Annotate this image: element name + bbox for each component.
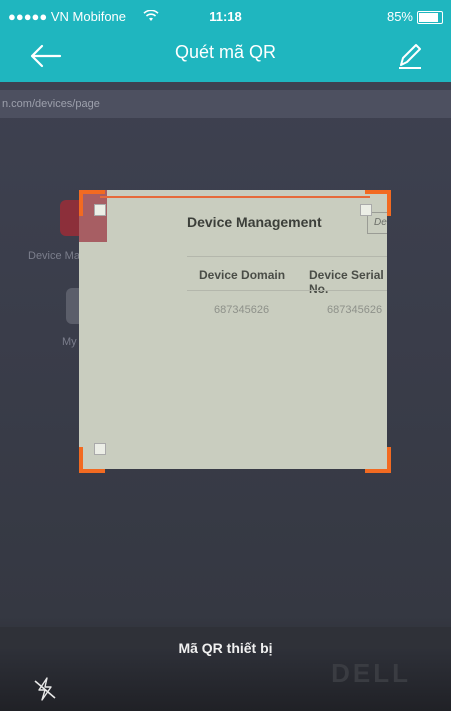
scan-label: Mã QR thiết bị xyxy=(178,640,273,656)
table-cell: 687345626 xyxy=(214,304,270,316)
column-header: Device Serial No. xyxy=(309,268,384,296)
qr-marker xyxy=(94,443,106,455)
table-cell: 687345626 xyxy=(327,304,383,316)
edit-pencil-icon[interactable] xyxy=(391,38,427,74)
page-title: Quét mã QR xyxy=(174,42,277,62)
table-divider xyxy=(187,290,387,291)
background-brand: DELL xyxy=(331,658,411,688)
scan-laser-line xyxy=(100,196,370,198)
background-url: n.com/devices/page xyxy=(2,98,100,110)
qr-marker xyxy=(360,204,372,216)
top-bar: ●●●●● VN Mobifone 11:18 85% Quét mã QR xyxy=(0,0,451,82)
flash-off-icon[interactable] xyxy=(32,676,58,702)
column-header: Device Domain xyxy=(199,268,286,282)
clock: 11:18 xyxy=(209,9,242,24)
scan-frame-title: Device Management xyxy=(187,214,322,230)
scan-frame: Device Management Device Serial N Device… xyxy=(79,190,387,469)
qr-marker xyxy=(94,204,106,216)
status-bar: ●●●●● VN Mobifone 11:18 85% xyxy=(0,0,451,32)
background-url-bar: n.com/devices/page xyxy=(0,90,451,118)
frame-corner xyxy=(365,447,391,473)
table-divider xyxy=(187,256,387,257)
battery-percent: 85% xyxy=(386,9,413,24)
battery-icon xyxy=(417,11,443,24)
